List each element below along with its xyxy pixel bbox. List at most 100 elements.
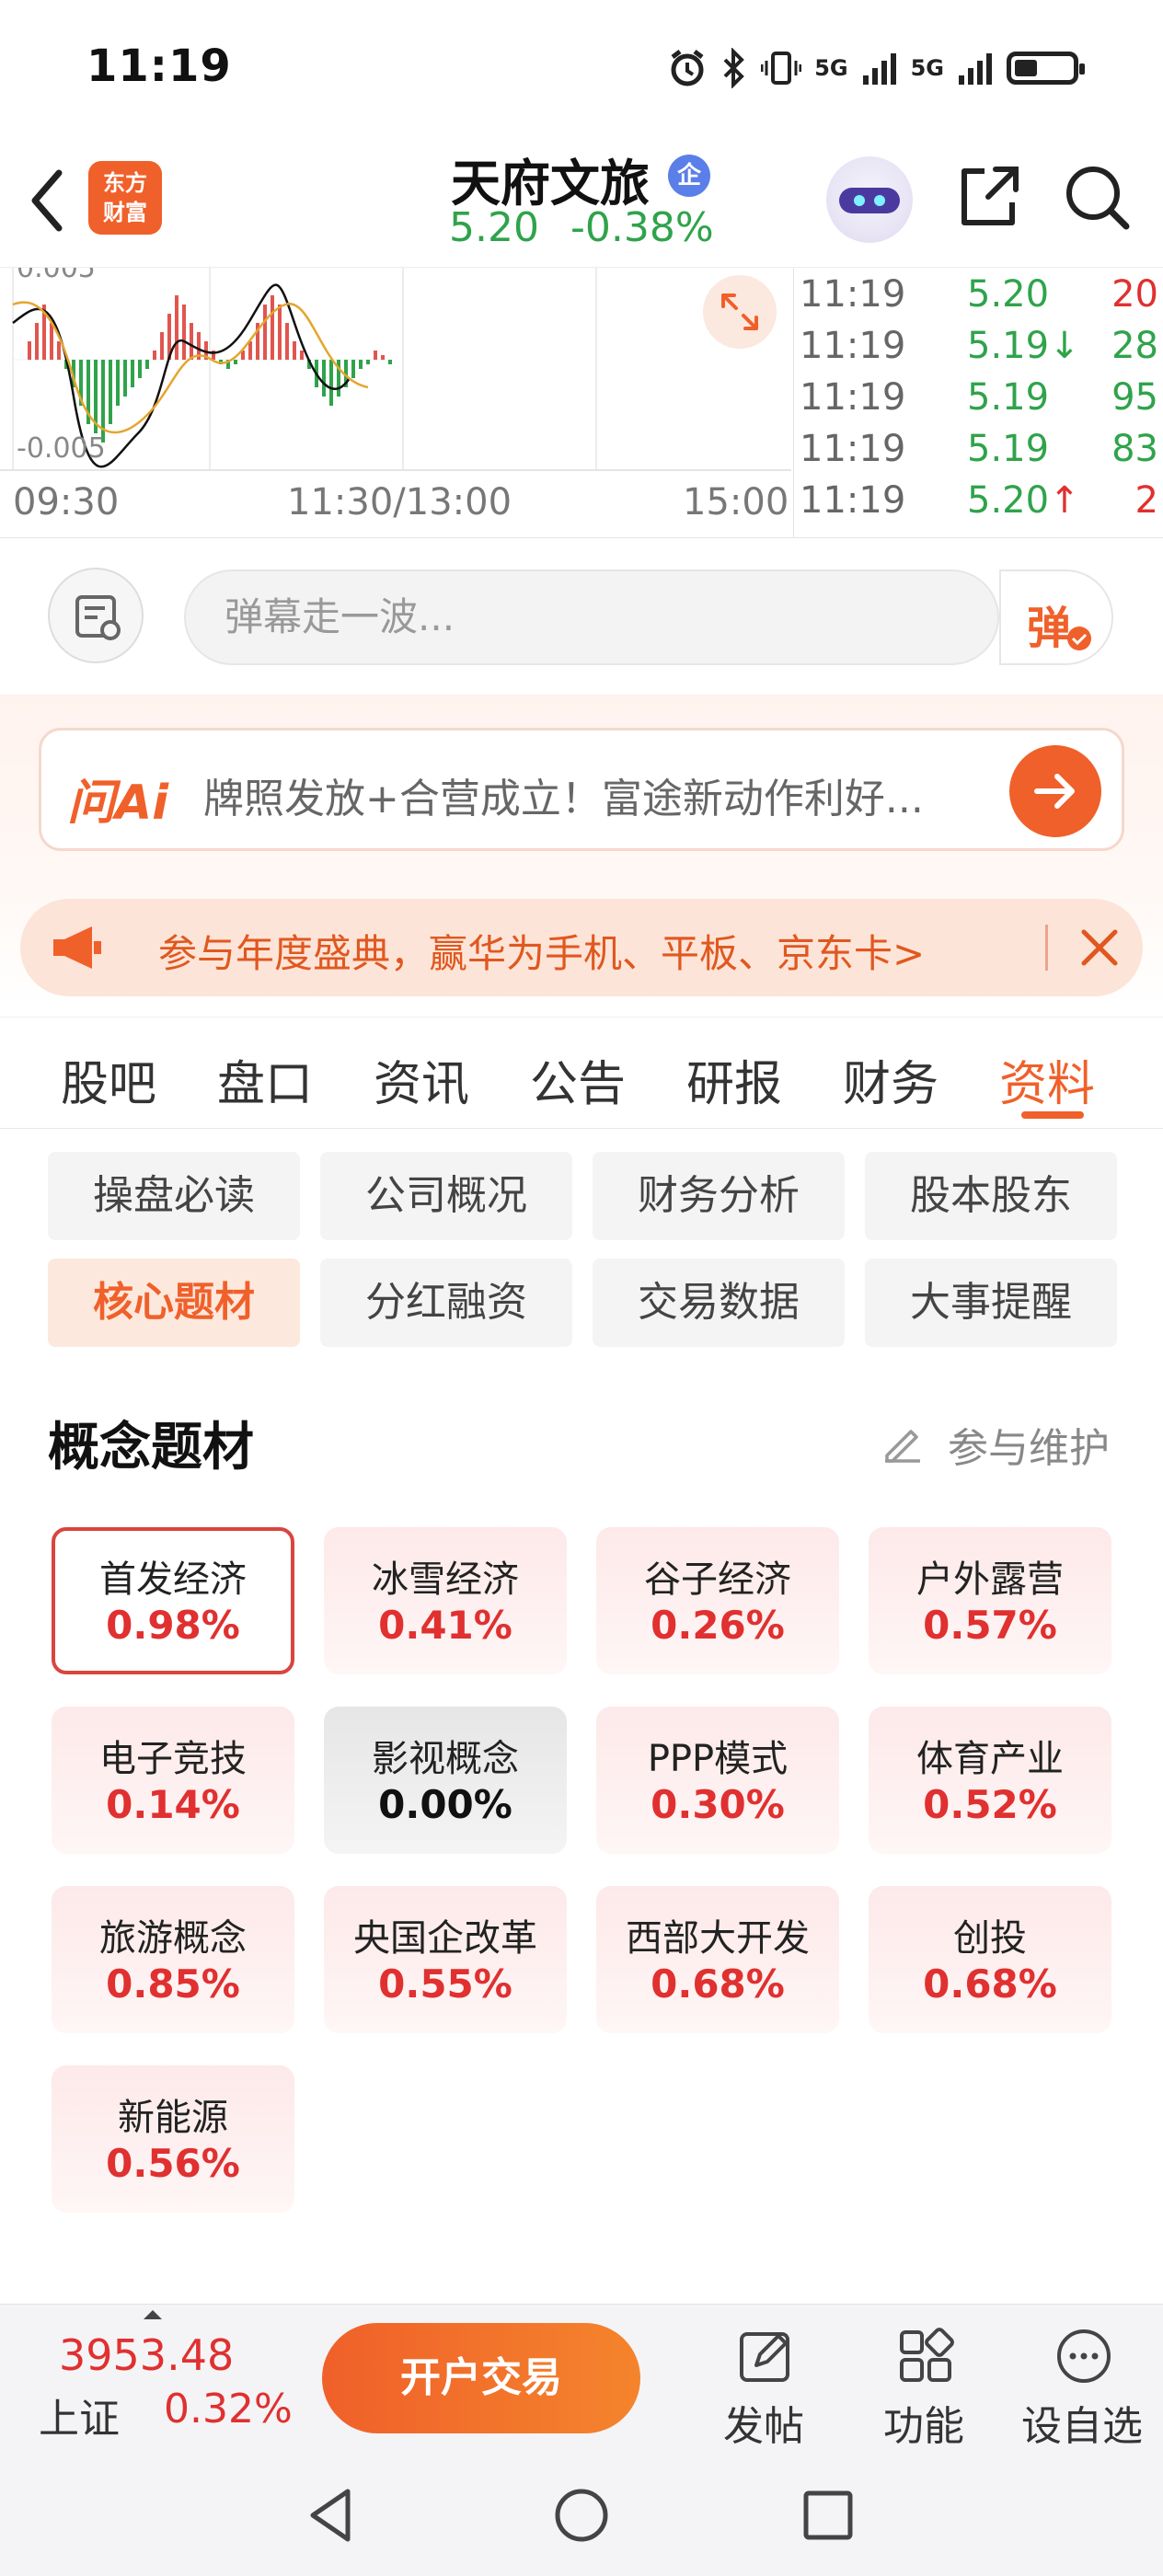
sub-tab-chip[interactable]: 分红融资 bbox=[320, 1259, 572, 1347]
expand-chart-button[interactable] bbox=[703, 275, 777, 349]
macd-bar bbox=[138, 360, 142, 378]
back-icon[interactable] bbox=[24, 164, 70, 237]
nav-recents-icon[interactable] bbox=[791, 2478, 865, 2552]
danmaku-send-button[interactable]: 弹 bbox=[999, 569, 1113, 665]
sub-tab-chip[interactable]: 大事提醒 bbox=[865, 1259, 1117, 1347]
tab-4[interactable]: 研报 bbox=[686, 1045, 782, 1114]
concept-name: 旅游概念 bbox=[99, 1917, 247, 1960]
danmaku-settings-button[interactable] bbox=[48, 568, 144, 663]
time-axis: 09:30 11:30/13:00 15:00 bbox=[0, 481, 791, 527]
search-icon[interactable] bbox=[1060, 160, 1134, 234]
time-axis-label: 09:30 bbox=[13, 481, 120, 523]
concept-tile[interactable]: 创投 0.68% bbox=[869, 1886, 1111, 2033]
nav-home-icon[interactable] bbox=[545, 2478, 618, 2552]
promo-banner[interactable]: 参与年度盛典，赢华为手机、平板、京东卡> bbox=[20, 899, 1143, 996]
check-badge-icon bbox=[1067, 627, 1091, 650]
concept-tile[interactable]: 冰雪经济 0.41% bbox=[324, 1527, 567, 1674]
index-change[interactable]: 0.32% bbox=[164, 2386, 293, 2432]
concept-name: 户外露营 bbox=[916, 1558, 1064, 1601]
tab-5[interactable]: 财务 bbox=[843, 1045, 938, 1114]
tick-price: 5.19 bbox=[967, 428, 1049, 470]
nav-back-icon[interactable] bbox=[296, 2478, 370, 2552]
share-icon[interactable] bbox=[951, 160, 1025, 234]
macd-bar bbox=[145, 360, 149, 369]
concept-name: 新能源 bbox=[118, 2097, 228, 2139]
concept-name: 影视概念 bbox=[372, 1738, 519, 1780]
close-icon[interactable] bbox=[1069, 917, 1130, 978]
logo-line-2: 财富 bbox=[103, 200, 147, 225]
index-name[interactable]: 上证 bbox=[39, 2386, 120, 2444]
concept-change: 0.14% bbox=[106, 1782, 240, 1827]
current-price: 5.20 bbox=[449, 204, 539, 251]
tab-6[interactable]: 资料 bbox=[999, 1045, 1095, 1114]
macd-bar bbox=[329, 360, 333, 406]
tick-price-value: 5.19 bbox=[967, 376, 1050, 419]
concept-tile[interactable]: 新能源 0.56% bbox=[52, 2065, 294, 2213]
tab-0[interactable]: 股吧 bbox=[61, 1045, 156, 1114]
functions-label: 功能 bbox=[883, 2403, 964, 2450]
system-nav-bar bbox=[0, 2451, 1163, 2576]
macd-bar bbox=[175, 295, 178, 360]
concept-tile[interactable]: 旅游概念 0.85% bbox=[52, 1886, 294, 2033]
battery-icon bbox=[1007, 52, 1085, 85]
post-label: 发帖 bbox=[723, 2403, 804, 2450]
concept-change: 0.98% bbox=[106, 1603, 240, 1648]
macd-bar bbox=[160, 332, 164, 360]
index-value[interactable]: 3953.48 bbox=[59, 2330, 234, 2380]
maintain-button[interactable]: 参与维护 bbox=[948, 1415, 1110, 1474]
status-time: 11:19 bbox=[86, 40, 232, 92]
concept-change: 0.68% bbox=[651, 1961, 785, 2007]
concept-tile[interactable]: 影视概念 0.00% bbox=[324, 1707, 567, 1854]
concept-tile[interactable]: 体育产业 0.52% bbox=[869, 1707, 1111, 1854]
ai-section: 问Ai 牌照发放+合营成立！富途新动作利好... 参与年度盛典，赢华为手机、平板… bbox=[0, 695, 1163, 1007]
sub-tab-chip[interactable]: 操盘必读 bbox=[48, 1152, 300, 1240]
megaphone-icon bbox=[53, 926, 101, 969]
sub-tab-chip[interactable]: 公司概况 bbox=[320, 1152, 572, 1240]
more-icon bbox=[1057, 2329, 1111, 2383]
macd-bar bbox=[322, 360, 326, 397]
concept-change: 0.41% bbox=[378, 1603, 512, 1648]
index-expand-caret[interactable] bbox=[144, 2310, 162, 2319]
macd-bar bbox=[300, 351, 304, 360]
ai-news-card[interactable]: 问Ai 牌照发放+合营成立！富途新动作利好... bbox=[39, 728, 1124, 851]
time-axis-label: 15:00 bbox=[683, 481, 789, 523]
add-watchlist-button[interactable]: 设自选 bbox=[1018, 2317, 1146, 2450]
tick-price-value: 5.19 bbox=[967, 325, 1050, 367]
tab-2[interactable]: 资讯 bbox=[374, 1045, 469, 1114]
stock-header: 东方 财富 天府文旅 企 5.20 -0.38% bbox=[0, 138, 1163, 267]
concept-tile[interactable]: 西部大开发 0.68% bbox=[596, 1886, 839, 2033]
tick-row: 11:19 5.20↑ 2 bbox=[794, 479, 1163, 531]
concept-change: 0.55% bbox=[378, 1961, 512, 2007]
concept-tile[interactable]: 首发经济 0.98% bbox=[52, 1527, 294, 1674]
tab-1[interactable]: 盘口 bbox=[217, 1045, 313, 1114]
tab-3[interactable]: 公告 bbox=[530, 1045, 626, 1114]
tick-time: 11:19 bbox=[800, 428, 906, 470]
ai-go-button[interactable] bbox=[1009, 745, 1101, 837]
concept-name: 央国企改革 bbox=[353, 1917, 537, 1960]
concept-tile[interactable]: 户外露营 0.57% bbox=[869, 1527, 1111, 1674]
open-account-trade-button[interactable]: 开户交易 bbox=[322, 2323, 640, 2433]
concept-tile[interactable]: 谷子经济 0.26% bbox=[596, 1527, 839, 1674]
sub-tab-chip[interactable]: 核心题材 bbox=[48, 1259, 300, 1347]
promo-banner-text[interactable]: 参与年度盛典，赢华为手机、平板、京东卡> bbox=[158, 923, 925, 979]
sub-tab-chip[interactable]: 交易数据 bbox=[593, 1259, 845, 1347]
edit-icon[interactable] bbox=[880, 1419, 926, 1465]
tick-arrow: ↓ bbox=[1049, 325, 1080, 367]
tick-list[interactable]: 11:19 5.20 20 11:19 5.19↓ 28 11:19 5.19 95 11:19 5… bbox=[793, 268, 1163, 539]
ai-headline[interactable]: 牌照发放+合营成立！富途新动作利好... bbox=[203, 765, 1031, 824]
concept-tile[interactable]: 电子竞技 0.14% bbox=[52, 1707, 294, 1854]
concept-tile[interactable]: PPP模式 0.30% bbox=[596, 1707, 839, 1854]
danmaku-input[interactable]: 弹幕走一波... bbox=[184, 569, 999, 665]
sub-tab-chip[interactable]: 股本股东 bbox=[865, 1152, 1117, 1240]
macd-bar bbox=[109, 360, 112, 424]
concept-change: 0.68% bbox=[923, 1961, 1057, 2007]
concept-tile[interactable]: 央国企改革 0.55% bbox=[324, 1886, 567, 2033]
post-button[interactable]: 发帖 bbox=[699, 2317, 828, 2450]
sub-tab-chip[interactable]: 财务分析 bbox=[593, 1152, 845, 1240]
ai-logo: 问Ai bbox=[67, 776, 169, 831]
bluetooth-icon bbox=[723, 48, 745, 88]
alarm-icon bbox=[671, 50, 704, 86]
concept-name: 冰雪经济 bbox=[372, 1558, 519, 1601]
ai-robot-avatar[interactable] bbox=[826, 156, 913, 243]
functions-button[interactable]: 功能 bbox=[859, 2317, 988, 2450]
